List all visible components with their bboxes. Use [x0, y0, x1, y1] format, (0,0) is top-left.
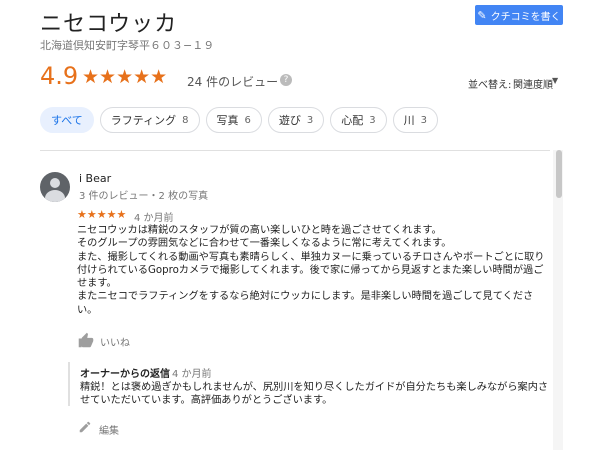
- review-paragraph: またニセコでラフティングをするなら絶対にウッカにします。是非楽しい時間を過ごして…: [77, 291, 534, 316]
- owner-response-date: 4 か月前: [172, 369, 212, 380]
- review-date: 4 か月前: [134, 213, 174, 224]
- filter-chip-count: 3: [369, 114, 376, 126]
- review-paragraph: ニセコウッカは精鋭のスタッフが質の高い楽しいひと時を過ごさせてくれます。: [77, 225, 442, 236]
- filter-chip-photos[interactable]: 写真 6: [205, 107, 262, 133]
- filter-chip-label: 写真: [216, 114, 239, 127]
- scrollbar-thumb[interactable]: [556, 150, 562, 198]
- owner-response-text: 精鋭！とは褒め過ぎかもしれませんが、尻別川を知り尽くしたガイドが自分たちも楽しみ…: [80, 382, 549, 407]
- review-paragraph: また、撮影してくれる動画や写真も素晴らしく、単独カヌーに乗っているチロさんやボー…: [77, 251, 545, 290]
- filter-chips: すべて ラフティング 8 写真 6 遊び 3 心配 3 川 3: [40, 107, 439, 133]
- thumb-up-icon[interactable]: [77, 332, 95, 348]
- help-icon[interactable]: ?: [280, 74, 292, 86]
- review-count: 24 件のレビュー: [187, 75, 279, 89]
- sort-label: 並べ替え:: [468, 80, 512, 91]
- rating-stars: ★★★★★: [82, 66, 168, 88]
- filter-chip-label: ラフティング: [110, 114, 177, 127]
- review-text: ニセコウッカは精鋭のスタッフが質の高い楽しいひと時を過ごさせてくれます。 そのグ…: [77, 224, 549, 317]
- review-paragraph: そのグループの雰囲気などに合わせて一番楽しくなるように常に考えてくれます。: [77, 238, 452, 250]
- owner-response-bar: [68, 362, 70, 406]
- filter-chip-rafting[interactable]: ラフティング 8: [99, 107, 200, 133]
- pencil-icon: ✎: [477, 8, 487, 22]
- filter-chip-worry[interactable]: 心配 3: [330, 107, 387, 133]
- filter-chip-count: 8: [182, 114, 189, 126]
- filter-chip-label: 遊び: [278, 114, 301, 127]
- like-label[interactable]: いいね: [100, 334, 130, 349]
- filter-chip-all[interactable]: すべて: [40, 107, 94, 133]
- reviewer-name[interactable]: i Bear: [79, 172, 111, 185]
- person-avatar[interactable]: [40, 172, 70, 202]
- pencil-icon[interactable]: [78, 420, 92, 434]
- write-review-label: クチコミを書く: [490, 11, 561, 23]
- owner-response-title: オーナーからの返信: [80, 369, 170, 380]
- filter-chip-label: 心配: [341, 114, 364, 127]
- filter-chip-label: 川: [403, 114, 415, 127]
- review-stars: ★★★★★: [77, 208, 127, 221]
- filter-chip-play[interactable]: 遊び 3: [267, 107, 325, 133]
- divider: [40, 150, 550, 151]
- place-title: ニセコウッカ: [40, 12, 178, 37]
- chevron-down-icon[interactable]: ▼: [552, 76, 558, 85]
- avatar-body-shape: [45, 190, 65, 202]
- place-address: 北海道倶知安町字琴平６０３−１９: [40, 39, 215, 52]
- write-review-button[interactable]: ✎ クチコミを書く: [475, 5, 563, 25]
- rating-value: 4.9: [40, 62, 79, 90]
- filter-chip-label: すべて: [51, 114, 83, 127]
- filter-chip-count: 3: [420, 114, 428, 126]
- filter-chip-count: 3: [306, 114, 314, 126]
- reviewer-meta: 3 件のレビュー・2 枚の写真: [79, 191, 209, 202]
- sort-dropdown[interactable]: 関連度順: [513, 76, 553, 91]
- avatar-head-shape: [50, 178, 60, 188]
- filter-chip-count: 6: [244, 114, 251, 126]
- filter-chip-river[interactable]: 川 3: [392, 107, 439, 133]
- edit-label[interactable]: 編集: [99, 422, 119, 437]
